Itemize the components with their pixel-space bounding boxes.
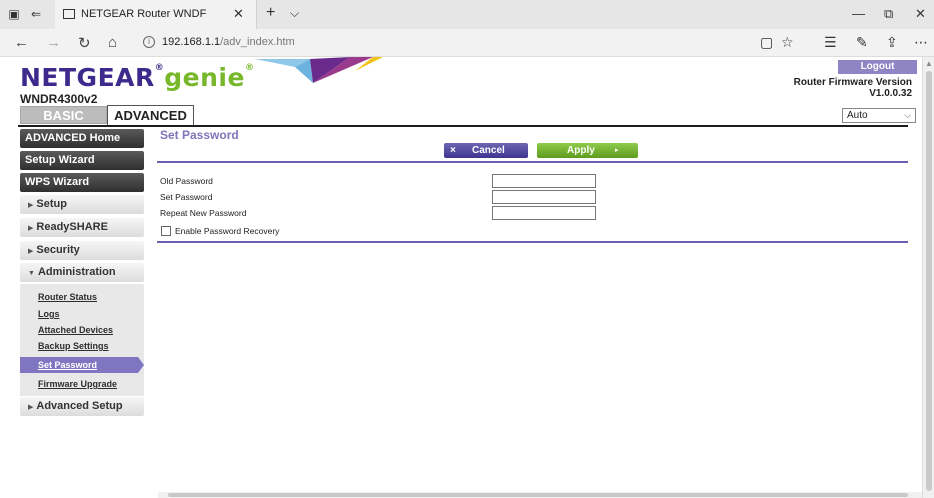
sidebar-item-setup-wizard[interactable]: Setup Wizard [20,151,144,170]
repeat-password-field[interactable] [492,206,596,220]
product-reg: ® [244,63,255,73]
password-recovery-checkbox[interactable] [161,226,171,236]
expand-arrow-icon: ▶ [28,248,34,255]
repeat-password-label: Repeat New Password [160,208,247,218]
sidebar-item-readyshare[interactable]: ▶ ReadySHARE [20,218,144,237]
content-divider-bottom [157,241,908,243]
new-password-field[interactable] [492,190,596,204]
share-icon[interactable]: ⇪ [886,34,898,51]
content-divider-top [157,161,908,163]
sidebar-item-label: Advanced Setup [36,400,123,412]
web-notes-icon[interactable]: ✎ [856,34,868,51]
submenu-label: Set Password [38,360,98,370]
sidebar-item-label: Security [36,244,80,256]
old-password-label: Old Password [160,176,213,186]
tab-list-chevron-icon[interactable]: ⌵ [290,6,299,21]
more-icon[interactable]: ⋯ [914,34,928,51]
favorite-star-icon[interactable]: ☆ [781,34,794,51]
expand-arrow-icon: ▶ [28,225,34,232]
netgear-genie-logo: NETGEAR®genie® [20,63,254,92]
submenu-backup-settings[interactable]: Backup Settings [38,341,109,351]
sidebar-item-label: ReadySHARE [36,221,108,233]
tab-close-icon[interactable]: ✕ [233,6,244,22]
language-value: Auto [847,110,868,121]
sidebar-item-wps-wizard[interactable]: WPS Wizard [20,173,144,192]
apply-button[interactable]: Apply ▸ [537,143,638,158]
apply-arrow-icon: ▸ [615,147,619,154]
brand-reg: ® [154,63,165,73]
header-swoosh-graphic [255,57,383,83]
sidebar-item-security[interactable]: ▶ Security [20,241,144,260]
sidebar-item-advanced-home[interactable]: ADVANCED Home [20,129,144,148]
forward-icon[interactable]: → [46,34,61,51]
apply-label: Apply [567,145,595,156]
language-select[interactable]: Auto ⌵ [842,108,916,123]
scrollbar-thumb[interactable] [926,71,932,491]
sidebar-item-setup[interactable]: ▶ Setup [20,195,144,214]
set-tabs-aside-icon[interactable]: ⇐ [28,6,44,22]
cancel-x-icon: × [450,145,456,156]
cancel-button[interactable]: × Cancel [444,143,528,158]
firmware-label: Router Firmware Version [793,77,912,88]
minimize-icon[interactable]: — [852,6,865,21]
url-path: /adv_index.htm [220,36,295,48]
collapse-arrow-icon: ▼ [28,270,35,277]
url-field[interactable]: 192.168.1.1/adv_index.htm [162,36,295,48]
vertical-scrollbar[interactable]: ▲ [922,57,934,498]
horizontal-scrollbar[interactable] [158,492,922,498]
expand-arrow-icon: ▶ [28,202,34,209]
sidebar-item-administration[interactable]: ▼ Administration [20,263,144,282]
scroll-up-icon[interactable]: ▲ [925,59,933,68]
home-icon[interactable]: ⌂ [108,34,117,51]
tab-basic[interactable]: BASIC [20,106,107,124]
submenu-attached-devices[interactable]: Attached Devices [38,325,113,335]
logout-button[interactable]: Logout [838,60,917,74]
restore-icon[interactable]: ⧉ [884,6,893,22]
refresh-icon[interactable]: ↻ [78,34,91,52]
product-text: genie [164,63,245,92]
old-password-field[interactable] [492,174,596,188]
favorites-hub-icon[interactable]: ☰ [824,34,837,51]
address-bar-row: ← → ↻ ⌂ i 192.168.1.1/adv_index.htm ▢ ☆ … [0,29,934,57]
tab-preview-icon[interactable]: ▣ [6,6,22,22]
model-name: WNDR4300v2 [20,92,98,106]
submenu-logs[interactable]: Logs [38,309,60,319]
chevron-down-icon: ⌵ [904,110,911,120]
expand-arrow-icon: ▶ [28,404,34,411]
sidebar-item-label: Setup [36,198,67,210]
set-password-label: Set Password [160,192,213,202]
browser-tab[interactable]: NETGEAR Router WNDF ✕ [55,0,257,29]
sidebar-item-advanced-setup[interactable]: ▶ Advanced Setup [20,397,144,416]
firmware-version: V1.0.0.32 [869,88,912,99]
tab-advanced[interactable]: ADVANCED [107,105,194,125]
tab-title: NETGEAR Router WNDF [81,8,207,20]
url-host: 192.168.1.1 [162,36,221,48]
scrollbar-thumb[interactable] [168,493,908,497]
password-recovery-label: Enable Password Recovery [175,226,280,236]
new-tab-icon[interactable]: + [266,4,275,22]
submenu-set-password[interactable]: Set Password [20,357,144,373]
back-icon[interactable]: ← [14,34,29,51]
header-divider [18,125,908,127]
sidebar-item-label: Administration [37,266,116,278]
browser-tab-bar: ▣ ⇐ NETGEAR Router WNDF ✕ + ⌵ — ⧉ ✕ [0,0,934,29]
cancel-label: Cancel [472,145,505,156]
site-info-icon[interactable]: i [143,36,155,48]
page-title: Set Password [160,128,239,142]
brand-text: NETGEAR [20,63,155,92]
router-page: NETGEAR®genie® WNDR4300v2 Logout Router … [0,57,922,498]
window-close-icon[interactable]: ✕ [915,6,926,22]
page-favicon-icon [63,9,75,19]
submenu-router-status[interactable]: Router Status [38,292,97,302]
reading-view-icon[interactable]: ▢ [760,34,773,51]
submenu-firmware-upgrade[interactable]: Firmware Upgrade [38,379,117,389]
